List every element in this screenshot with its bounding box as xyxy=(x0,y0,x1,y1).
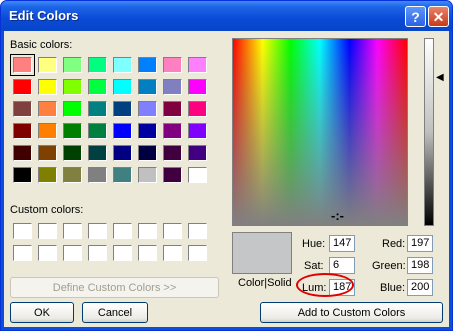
basic-color-swatch[interactable] xyxy=(163,167,182,183)
basic-color-swatch[interactable] xyxy=(13,145,32,161)
basic-color-swatch[interactable] xyxy=(88,145,107,161)
custom-color-swatch[interactable] xyxy=(63,223,82,239)
basic-color-swatch[interactable] xyxy=(63,79,82,95)
basic-color-swatch[interactable] xyxy=(13,101,32,117)
custom-color-swatch[interactable] xyxy=(188,223,207,239)
basic-color-swatch[interactable] xyxy=(188,123,207,139)
color-preview xyxy=(232,232,292,274)
color-spectrum[interactable] xyxy=(232,38,408,226)
crosshair-icon[interactable]: -:- xyxy=(331,208,344,223)
help-button[interactable]: ? xyxy=(405,6,426,27)
basic-color-swatch[interactable] xyxy=(13,123,32,139)
custom-color-swatch[interactable] xyxy=(63,245,82,261)
custom-color-swatch[interactable] xyxy=(163,223,182,239)
basic-color-swatch[interactable] xyxy=(138,145,157,161)
custom-color-swatch[interactable] xyxy=(88,223,107,239)
basic-color-swatch[interactable] xyxy=(163,145,182,161)
red-label: Red: xyxy=(382,238,406,250)
basic-color-swatch[interactable] xyxy=(138,123,157,139)
basic-color-swatch[interactable] xyxy=(38,123,57,139)
basic-color-swatch[interactable] xyxy=(163,57,182,73)
basic-color-swatch[interactable] xyxy=(138,79,157,95)
basic-color-swatch[interactable] xyxy=(113,101,132,117)
basic-color-swatch[interactable] xyxy=(138,167,157,183)
title-bar[interactable]: Edit Colors ? ✕ xyxy=(1,1,452,31)
basic-color-swatch[interactable] xyxy=(188,145,207,161)
luminosity-arrow-icon[interactable]: ◀ xyxy=(436,72,444,83)
custom-color-swatch[interactable] xyxy=(13,245,32,261)
sat-field[interactable]: 6 xyxy=(329,257,355,274)
custom-color-swatch[interactable] xyxy=(38,245,57,261)
blue-field[interactable]: 200 xyxy=(407,279,433,296)
basic-color-swatch[interactable] xyxy=(63,101,82,117)
dialog-body: Basic colors: Custom colors: Define Cust… xyxy=(4,31,449,327)
basic-color-swatch[interactable] xyxy=(13,79,32,95)
basic-color-swatch[interactable] xyxy=(38,167,57,183)
custom-colors-label: Custom colors: xyxy=(10,204,84,216)
basic-color-swatch[interactable] xyxy=(138,57,157,73)
basic-color-swatch[interactable] xyxy=(188,167,207,183)
basic-color-swatch[interactable] xyxy=(88,101,107,117)
custom-color-swatch[interactable] xyxy=(113,223,132,239)
basic-color-swatch[interactable] xyxy=(188,101,207,117)
close-button[interactable]: ✕ xyxy=(428,6,449,27)
basic-color-swatch[interactable] xyxy=(13,167,32,183)
window-title: Edit Colors xyxy=(9,8,79,23)
basic-color-swatch[interactable] xyxy=(38,79,57,95)
basic-color-swatch[interactable] xyxy=(38,101,57,117)
hue-label: Hue: xyxy=(302,238,326,250)
green-field[interactable]: 198 xyxy=(407,257,433,274)
custom-color-swatch[interactable] xyxy=(163,245,182,261)
basic-color-swatch[interactable] xyxy=(113,167,132,183)
basic-color-swatch[interactable] xyxy=(10,54,35,76)
basic-color-swatch[interactable] xyxy=(38,145,57,161)
ok-button[interactable]: OK xyxy=(10,302,74,323)
basic-color-swatch[interactable] xyxy=(113,123,132,139)
hue-field[interactable]: 147 xyxy=(329,235,355,252)
basic-color-swatch[interactable] xyxy=(163,123,182,139)
sat-label: Sat: xyxy=(304,260,324,272)
basic-color-swatch[interactable] xyxy=(188,79,207,95)
blue-label: Blue: xyxy=(380,282,406,294)
basic-colors-label: Basic colors: xyxy=(10,39,73,51)
red-field[interactable]: 197 xyxy=(407,235,433,252)
basic-color-swatch[interactable] xyxy=(88,57,107,73)
basic-color-swatch[interactable] xyxy=(88,167,107,183)
add-to-custom-colors-button[interactable]: Add to Custom Colors xyxy=(260,302,443,323)
basic-color-swatch[interactable] xyxy=(63,167,82,183)
custom-color-swatch[interactable] xyxy=(88,245,107,261)
basic-color-swatch[interactable] xyxy=(88,123,107,139)
basic-color-swatch[interactable] xyxy=(138,101,157,117)
define-custom-colors-button[interactable]: Define Custom Colors >> xyxy=(10,277,219,298)
basic-color-swatch[interactable] xyxy=(38,57,57,73)
green-label: Green: xyxy=(372,260,406,272)
custom-color-swatch[interactable] xyxy=(38,223,57,239)
basic-color-swatch[interactable] xyxy=(63,57,82,73)
custom-color-swatch[interactable] xyxy=(138,223,157,239)
basic-color-swatch[interactable] xyxy=(163,101,182,117)
cancel-button[interactable]: Cancel xyxy=(82,302,148,323)
basic-color-swatch[interactable] xyxy=(113,79,132,95)
lum-highlight-circle xyxy=(296,273,354,297)
basic-color-swatch[interactable] xyxy=(88,79,107,95)
custom-color-swatch[interactable] xyxy=(188,245,207,261)
color-solid-label: Color|Solid xyxy=(238,277,292,289)
basic-color-swatch[interactable] xyxy=(63,145,82,161)
basic-color-swatch[interactable] xyxy=(163,79,182,95)
edit-colors-dialog: Edit Colors ? ✕ Basic colors: Custom col… xyxy=(0,0,453,331)
basic-color-swatch[interactable] xyxy=(63,123,82,139)
custom-color-swatch[interactable] xyxy=(113,245,132,261)
luminosity-slider[interactable] xyxy=(424,38,434,226)
basic-color-swatch[interactable] xyxy=(113,145,132,161)
basic-color-swatch[interactable] xyxy=(188,57,207,73)
basic-color-swatch[interactable] xyxy=(113,57,132,73)
custom-color-swatch[interactable] xyxy=(138,245,157,261)
custom-color-swatch[interactable] xyxy=(13,223,32,239)
